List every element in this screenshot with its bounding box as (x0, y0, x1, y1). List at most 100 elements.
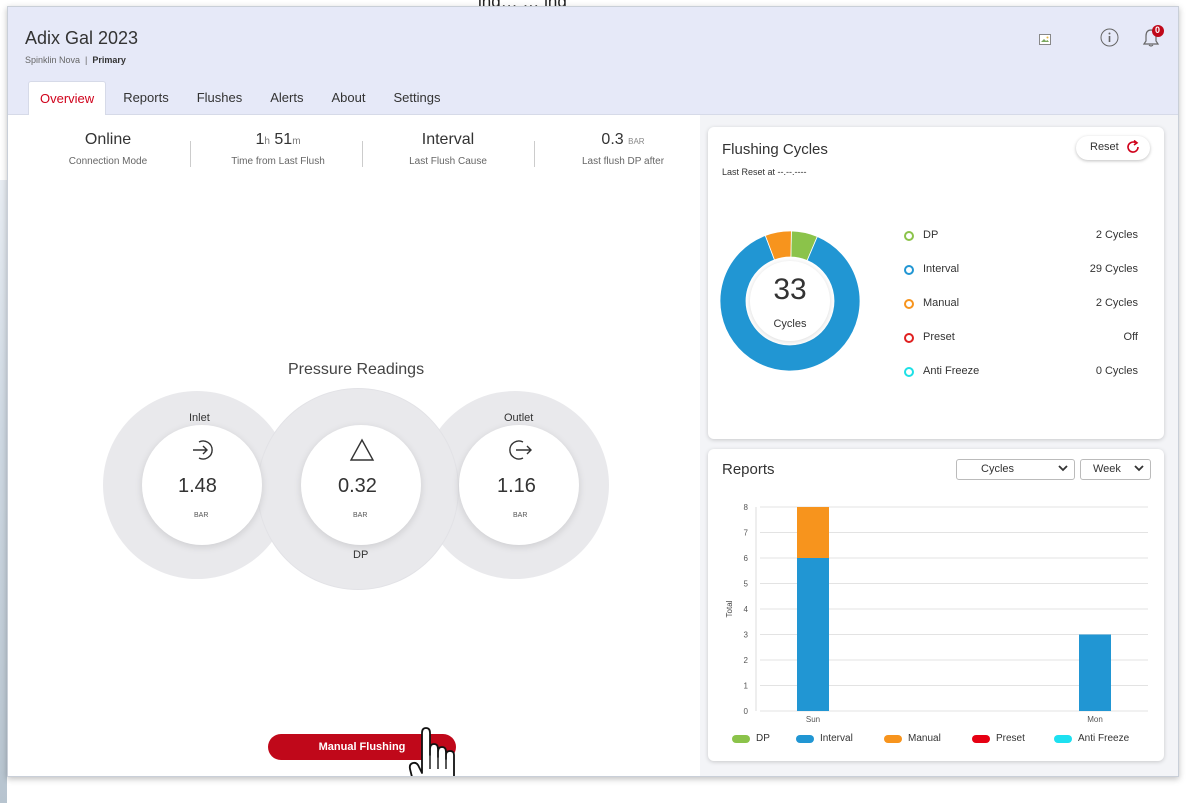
reports-title: Reports (722, 461, 775, 478)
pill-icon (796, 735, 814, 743)
time-hours-unit: h (264, 136, 270, 147)
reports-card: Reports Cycles Week 0 1 2 3 4 5 6 7 8 Total Sun Mon… (708, 449, 1164, 761)
tab-overview[interactable]: Overview (28, 81, 107, 115)
tab-about[interactable]: About (320, 81, 376, 115)
divider (190, 141, 191, 167)
time-minutes: 51 (274, 131, 293, 148)
dp-value: 0.32 (338, 475, 377, 497)
stat-cause: Interval Last Flush Cause (388, 131, 508, 167)
divider (362, 141, 363, 167)
outlet-value: 1.16 (497, 475, 536, 497)
subtitle-separator: | (85, 55, 88, 65)
time-label: Time from Last Flush (231, 156, 325, 167)
legend-item-preset: Preset Off (904, 331, 1138, 347)
cause-label: Last Flush Cause (409, 156, 487, 167)
dp-after-value: 0.3 BAR (558, 131, 688, 149)
device-role: Primary (92, 55, 126, 65)
bar-legend-label: Interval (820, 733, 853, 744)
y-axis-label: Total (725, 600, 734, 617)
y-tick-label: 7 (744, 529, 749, 538)
circle-icon (904, 265, 914, 275)
time-value: 1h 51m (208, 131, 348, 149)
legend-count: 29 Cycles (1089, 263, 1138, 275)
hand-cursor-icon (408, 725, 464, 776)
background-edge (0, 180, 7, 803)
dp-after-unit: BAR (628, 137, 645, 146)
pill-icon (884, 735, 902, 743)
tab-reports[interactable]: Reports (112, 81, 180, 115)
cause-value: Interval (421, 131, 475, 148)
divider (534, 141, 535, 167)
tab-bar: Overview Reports Flushes Alerts About Se… (28, 81, 457, 115)
device-model: Spinklin Nova (25, 55, 81, 65)
legend-name: Interval (923, 263, 960, 275)
bar-mon-interval[interactable] (1079, 634, 1111, 712)
bell-icon[interactable]: 0 (1140, 24, 1170, 53)
device-subtitle: Spinklin Nova | Primary (25, 55, 126, 65)
pressure-title: Pressure Readings (288, 361, 425, 378)
bar-legend-label: Anti Freeze (1078, 733, 1130, 744)
time-minutes-unit: m (292, 136, 301, 147)
reports-bar-chart: 0 1 2 3 4 5 6 7 8 Total Sun Mon (725, 503, 1148, 724)
circle-icon (904, 231, 914, 241)
stat-dp-after: 0.3 BAR Last flush DP after (558, 131, 688, 167)
y-tick-label: 2 (744, 656, 749, 665)
legend-count: 2 Cycles (1095, 297, 1138, 309)
metric-select[interactable]: Cycles (956, 459, 1075, 480)
dp-label: DP (353, 549, 369, 561)
device-title: Adix Gal 2023 (25, 28, 139, 48)
legend-item-anti-freeze: Anti Freeze 0 Cycles (904, 365, 1138, 381)
outlet-unit: BAR (513, 512, 528, 519)
image-icon[interactable] (1039, 32, 1051, 50)
refresh-icon (1126, 139, 1140, 157)
legend-name: Manual (923, 297, 960, 309)
reset-label: Reset (1090, 141, 1119, 153)
tab-settings[interactable]: Settings (382, 81, 451, 115)
last-reset-text: Last Reset at --.--.---- (722, 167, 807, 177)
donut-total: 33 (773, 273, 807, 306)
period-select-value: Week (1093, 463, 1121, 475)
y-tick-label: 0 (744, 707, 749, 716)
dp-after-number: 0.3 (601, 131, 624, 148)
legend-name: Preset (923, 331, 955, 343)
outlet-label: Outlet (504, 412, 534, 424)
dp-after-label: Last flush DP after (581, 156, 665, 167)
tab-alerts[interactable]: Alerts (259, 81, 314, 115)
bar-sun-manual[interactable] (797, 507, 829, 558)
y-tick-label: 8 (744, 503, 749, 512)
legend-count: 2 Cycles (1095, 229, 1138, 241)
bar-sun-interval[interactable] (797, 558, 829, 711)
circle-icon (904, 333, 914, 343)
flushing-cycles-card: Flushing Cycles Last Reset at --.--.----… (708, 127, 1164, 439)
pill-icon (732, 735, 750, 743)
legend-count: Off (1123, 331, 1138, 343)
app-window: Adix Gal 2023 Spinklin Nova | Primary 0 … (7, 6, 1179, 777)
inlet-unit: BAR (194, 512, 209, 519)
overview-panel: Online Connection Mode 1h 51m Time from … (8, 115, 700, 776)
inlet-value: 1.48 (178, 475, 217, 497)
period-select[interactable]: Week (1080, 459, 1151, 480)
legend-count: 0 Cycles (1095, 365, 1138, 377)
x-tick-label: Mon (1087, 715, 1103, 724)
delta-icon (349, 438, 375, 467)
stat-time: 1h 51m Time from Last Flush (208, 131, 348, 167)
tab-flushes[interactable]: Flushes (186, 81, 254, 115)
inlet-label: Inlet (189, 412, 210, 424)
y-tick-label: 6 (744, 554, 749, 563)
reset-button[interactable]: Reset (1076, 136, 1150, 160)
y-tick-label: 5 (744, 580, 749, 589)
dp-unit: BAR (353, 512, 368, 519)
bar-legend-label: DP (756, 733, 770, 744)
y-tick-label: 3 (744, 631, 749, 640)
bar-legend-label: Manual (908, 733, 941, 744)
metric-select-value: Cycles (981, 463, 1015, 475)
inlet-icon (191, 438, 215, 467)
notification-badge: 0 (1155, 25, 1161, 35)
info-icon[interactable] (1100, 28, 1119, 52)
bar-legend-label: Preset (996, 733, 1025, 744)
legend-name: Anti Freeze (923, 365, 980, 377)
y-tick-label: 4 (744, 605, 749, 614)
connection-label: Connection Mode (68, 156, 148, 167)
connection-value: Online (84, 131, 132, 148)
y-tick-label: 1 (744, 682, 749, 691)
